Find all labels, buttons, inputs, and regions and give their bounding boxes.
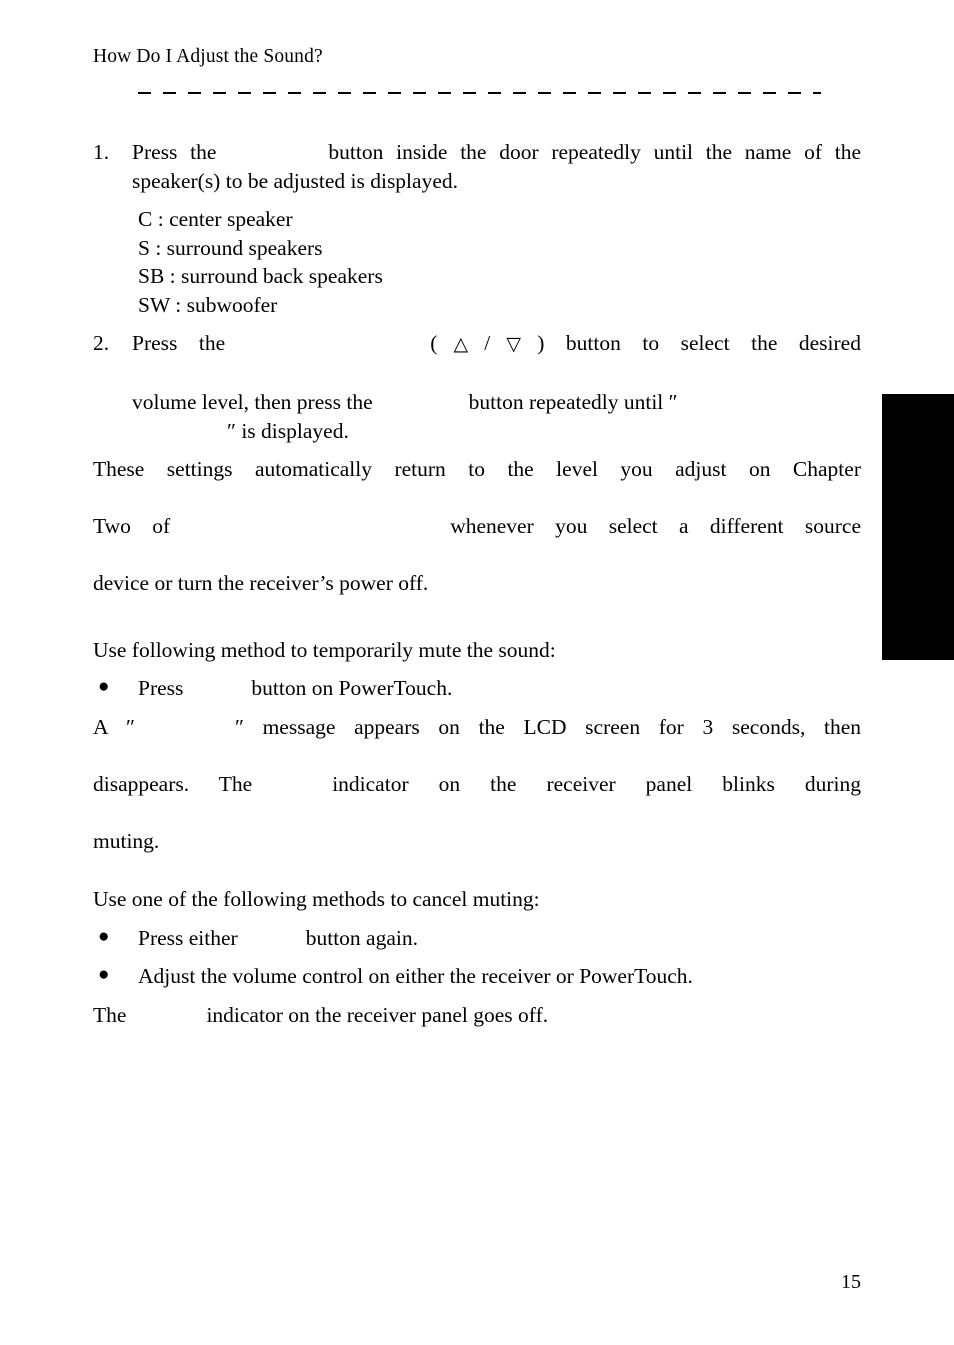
cancel-result-after: indicator on the receiver panel goes off…: [206, 1002, 549, 1027]
header-dashed-rule: [138, 92, 821, 94]
speaker-legend-item-subwoofer: SW : subwoofer: [138, 292, 278, 317]
speaker-legend-item-surround: S : surround speakers: [138, 235, 323, 260]
document-page: How Do I Adjust the Sound? 1. Press the bu…: [0, 0, 954, 1345]
bullet-dot-icon: ●: [98, 964, 110, 985]
mute-bullet-after: button on PowerTouch.: [251, 676, 453, 700]
note-line2-before: Two of: [93, 514, 171, 538]
step-2-missing-glyph-gap-3: [132, 437, 227, 438]
mute-bullet-missing-glyph-gap: [183, 694, 251, 695]
numbered-step-1: 1. Press the button inside the door repeat…: [93, 138, 861, 195]
note-line-1: These settings automatically return to t…: [93, 457, 861, 481]
triangle-down-icon: ▽: [490, 334, 538, 355]
speaker-legend-list: C : center speaker S : surround speakers…: [93, 205, 861, 319]
mute-intro: Use following method to temporarily mute…: [93, 637, 556, 662]
note-missing-glyph-gap: [170, 532, 450, 533]
step-2-line-3: ″ is displayed.: [132, 417, 861, 446]
step-2-marker: 2.: [93, 331, 110, 355]
cancel-result-paragraph: The indicator on the receiver panel goes …: [93, 1001, 861, 1030]
step-1-text-after: button inside the door repeatedly until …: [132, 140, 861, 193]
step-1-missing-glyph-gap: [216, 158, 328, 159]
mute-result-line-3: muting.: [93, 828, 160, 853]
step-2-missing-glyph-gap-1: [225, 349, 430, 350]
cancel-bullet-1-after: button again.: [305, 925, 418, 950]
cancel-bullet-item-1: ● Press either button again.: [93, 924, 861, 953]
numbered-step-2: 2. Press the (△/▽) button to select the de…: [93, 329, 861, 445]
triangle-up-icon: △: [437, 334, 485, 355]
mute-result-missing-glyph-gap-2: [252, 790, 332, 791]
cancel-bullet-item-2: ● Adjust the volume control on either the…: [93, 962, 861, 991]
note-line2-after: whenever you select a different source: [450, 514, 861, 538]
mute-result-line-1: A ″ ″ message appears on the LCD screen f…: [93, 713, 861, 770]
step-1-marker: 1.: [93, 140, 110, 164]
running-header: How Do I Adjust the Sound?: [93, 46, 323, 67]
cancel-result-before: The: [93, 1002, 127, 1027]
step-1-text-before: Press the: [132, 140, 217, 164]
cancel-bullet-1-missing-glyph-gap: [238, 944, 306, 945]
page-body: 1. Press the button inside the door repeat…: [93, 138, 861, 1029]
mute-result-line2-after: indicator on the receiver panel blinks d…: [332, 771, 861, 796]
cancel-intro: Use one of the following methods to canc…: [93, 887, 540, 911]
mute-bullet-item: ● Press button on PowerTouch.: [93, 674, 861, 703]
speaker-legend-item-surround-back: SB : surround back speakers: [138, 264, 383, 288]
step-2-missing-glyph-gap-2: [373, 408, 469, 409]
mute-bullet-before: Press: [138, 676, 184, 700]
mute-result-paragraph: A ″ ″ message appears on the LCD screen f…: [93, 713, 861, 856]
step-2-line2-after: button repeatedly until ″: [468, 390, 678, 414]
mute-result-quote-open: A ″: [93, 714, 135, 739]
note-line-2: Two of whenever you select a different so…: [93, 512, 861, 569]
mute-result-line2-before: disappears. The: [93, 771, 253, 796]
step-2-line1-after: ) button to select the desired: [537, 331, 861, 355]
thumb-index-tab: [882, 394, 954, 660]
step-2-line-2: volume level, then press the button repea…: [132, 388, 861, 417]
cancel-bullet-2-before: Adjust the volume control on either the …: [138, 964, 693, 988]
step-2-line1-before: Press the: [132, 331, 226, 355]
bullet-dot-icon: ●: [98, 676, 110, 697]
page-number: 15: [841, 1271, 861, 1293]
speaker-legend-item-center: C : center speaker: [138, 207, 293, 231]
note-line-3: device or turn the receiver’s power off.: [93, 571, 429, 595]
mute-result-line-2: disappears. The indicator on the receiver…: [93, 770, 861, 827]
cancel-bullet-1-before: Press either: [138, 925, 238, 950]
mute-result-line1-after: ″ message appears on the LCD screen for …: [234, 714, 861, 739]
note-paragraph: These settings automatically return to t…: [93, 455, 861, 598]
step-2-line-1: 2. Press the (△/▽) button to select the de…: [93, 329, 861, 388]
mute-result-missing-glyph-gap-1: [135, 733, 235, 734]
bullet-dot-icon: ●: [98, 925, 110, 947]
step-2-line2-before: volume level, then press the: [132, 390, 373, 414]
step-2-line3-after: ″ is displayed.: [227, 418, 349, 443]
cancel-result-missing-glyph-gap: [126, 1021, 206, 1022]
